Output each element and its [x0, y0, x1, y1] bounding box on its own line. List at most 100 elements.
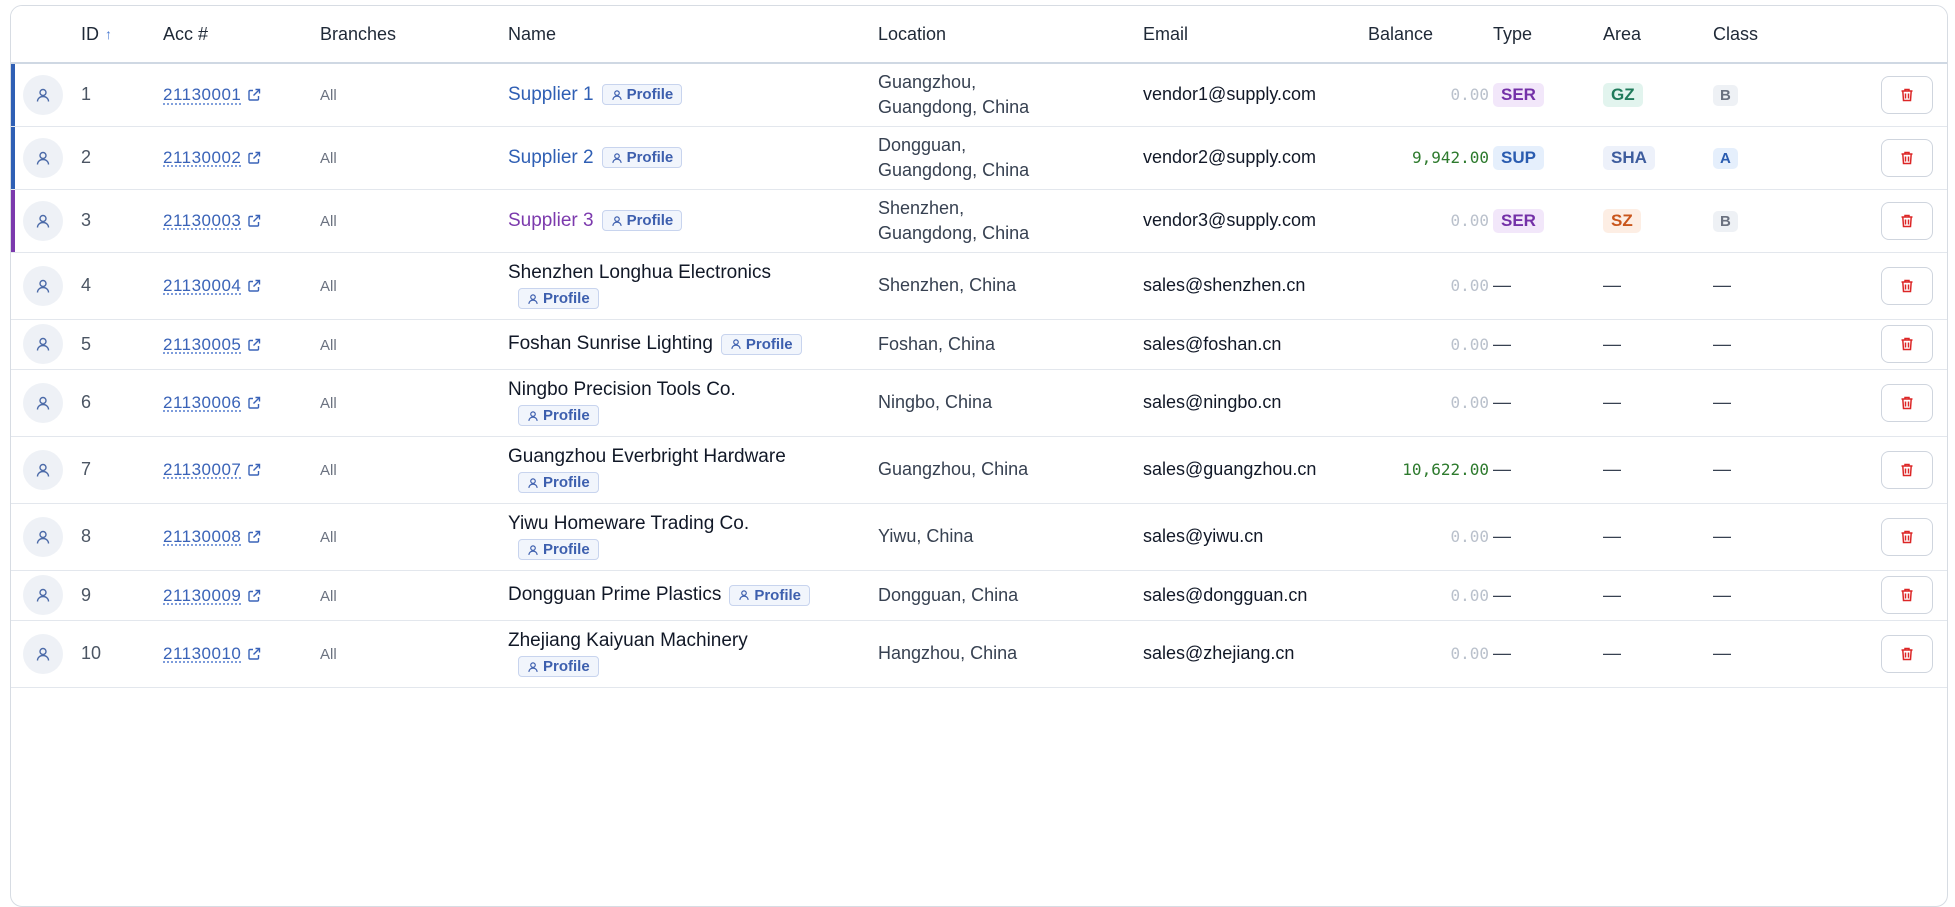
account-link[interactable]: 21130004	[163, 276, 261, 296]
location-value: Dongguan, Guangdong, China	[878, 133, 1058, 183]
supplier-name[interactable]: Shenzhen Longhua Electronics	[508, 262, 771, 284]
avatar[interactable]	[23, 450, 63, 490]
account-link[interactable]: 21130006	[163, 393, 261, 413]
profile-badge[interactable]: Profile	[518, 656, 599, 677]
header-email[interactable]: Email	[1143, 6, 1368, 63]
area-cell: —	[1603, 369, 1713, 436]
delete-button[interactable]	[1881, 576, 1933, 614]
branches-value: All	[320, 588, 337, 605]
profile-badge[interactable]: Profile	[602, 84, 683, 105]
supplier-name[interactable]: Guangzhou Everbright Hardware	[508, 446, 786, 468]
header-name[interactable]: Name	[508, 6, 878, 63]
header-area[interactable]: Area	[1603, 6, 1713, 63]
delete-button[interactable]	[1881, 202, 1933, 240]
class-value: —	[1713, 392, 1731, 412]
avatar[interactable]	[23, 75, 63, 115]
avatar-cell	[11, 63, 81, 126]
area-value: —	[1603, 585, 1621, 605]
profile-badge-label: Profile	[627, 149, 674, 166]
user-icon	[35, 87, 51, 103]
avatar[interactable]	[23, 383, 63, 423]
type-cell: SER	[1493, 189, 1603, 252]
supplier-name[interactable]: Ningbo Precision Tools Co.	[508, 379, 736, 401]
delete-button[interactable]	[1881, 76, 1933, 114]
header-class[interactable]: Class	[1713, 6, 1798, 63]
delete-button[interactable]	[1881, 325, 1933, 363]
table-row[interactable]: 6 21130006 All Ningbo Precision Tools Co…	[11, 369, 1947, 436]
branches-value: All	[320, 462, 337, 479]
type-value: —	[1493, 459, 1511, 479]
email-value: vendor1@supply.com	[1143, 84, 1316, 104]
account-link[interactable]: 21130003	[163, 211, 261, 231]
table-row[interactable]: 10 21130010 All Zhejiang Kaiyuan Machine…	[11, 620, 1947, 687]
account-link[interactable]: 21130009	[163, 586, 261, 606]
table-row[interactable]: 5 21130005 All Foshan Sunrise Lighting P…	[11, 319, 1947, 369]
profile-badge[interactable]: Profile	[602, 147, 683, 168]
supplier-name[interactable]: Supplier 2	[508, 147, 594, 169]
avatar[interactable]	[23, 138, 63, 178]
supplier-name[interactable]: Supplier 3	[508, 210, 594, 232]
class-cell: —	[1713, 319, 1798, 369]
account-link[interactable]: 21130010	[163, 644, 261, 664]
delete-button[interactable]	[1881, 451, 1933, 489]
profile-badge[interactable]: Profile	[518, 288, 599, 309]
balance-value: 9,942.00	[1412, 148, 1489, 167]
avatar[interactable]	[23, 575, 63, 615]
delete-button[interactable]	[1881, 267, 1933, 305]
avatar[interactable]	[23, 634, 63, 674]
type-value: —	[1493, 643, 1511, 663]
header-acc[interactable]: Acc #	[163, 6, 320, 63]
table-row[interactable]: 8 21130008 All Yiwu Homeware Trading Co.…	[11, 503, 1947, 570]
table-row[interactable]: 4 21130004 All Shenzhen Longhua Electron…	[11, 252, 1947, 319]
delete-button[interactable]	[1881, 635, 1933, 673]
profile-badge[interactable]: Profile	[518, 405, 599, 426]
account-link[interactable]: 21130008	[163, 527, 261, 547]
area-cell: —	[1603, 252, 1713, 319]
delete-button[interactable]	[1881, 518, 1933, 556]
account-link[interactable]: 21130007	[163, 460, 261, 480]
header-location[interactable]: Location	[878, 6, 1143, 63]
table-row[interactable]: 9 21130009 All Dongguan Prime Plastics P…	[11, 570, 1947, 620]
header-id[interactable]: ID ↑	[81, 6, 163, 63]
profile-badge[interactable]: Profile	[721, 334, 802, 355]
profile-badge[interactable]: Profile	[518, 472, 599, 493]
supplier-name[interactable]: Dongguan Prime Plastics	[508, 584, 721, 606]
avatar[interactable]	[23, 517, 63, 557]
profile-badge[interactable]: Profile	[602, 210, 683, 231]
supplier-name[interactable]: Foshan Sunrise Lighting	[508, 333, 713, 355]
type-cell: —	[1493, 252, 1603, 319]
header-email-label: Email	[1143, 24, 1188, 44]
avatar[interactable]	[23, 324, 63, 364]
table-row[interactable]: 3 21130003 All Supplier 3 Profile Shenzh…	[11, 189, 1947, 252]
supplier-name[interactable]: Yiwu Homeware Trading Co.	[508, 513, 749, 535]
user-icon	[35, 213, 51, 229]
account-link[interactable]: 21130001	[163, 85, 261, 105]
table-row[interactable]: 7 21130007 All Guangzhou Everbright Hard…	[11, 436, 1947, 503]
supplier-name[interactable]: Supplier 1	[508, 84, 594, 106]
delete-button[interactable]	[1881, 139, 1933, 177]
location-value: Guangzhou, Guangdong, China	[878, 70, 1058, 120]
user-icon	[35, 278, 51, 294]
class-value: —	[1713, 459, 1731, 479]
account-link[interactable]: 21130002	[163, 148, 261, 168]
user-icon	[527, 544, 539, 556]
avatar[interactable]	[23, 266, 63, 306]
account-link[interactable]: 21130005	[163, 335, 261, 355]
avatar[interactable]	[23, 201, 63, 241]
trash-icon	[1899, 150, 1915, 166]
email-value: vendor2@supply.com	[1143, 147, 1316, 167]
header-type[interactable]: Type	[1493, 6, 1603, 63]
supplier-name[interactable]: Zhejiang Kaiyuan Machinery	[508, 630, 748, 652]
external-link-icon	[247, 151, 261, 165]
email-cell: sales@zhejiang.cn	[1143, 620, 1368, 687]
user-icon	[35, 395, 51, 411]
header-balance[interactable]: Balance	[1368, 6, 1493, 63]
user-icon	[35, 150, 51, 166]
table-row[interactable]: 1 21130001 All Supplier 1 Profile Guangz…	[11, 63, 1947, 126]
table-row[interactable]: 2 21130002 All Supplier 2 Profile Donggu…	[11, 126, 1947, 189]
profile-badge[interactable]: Profile	[729, 585, 810, 606]
header-branches[interactable]: Branches	[320, 6, 508, 63]
profile-badge[interactable]: Profile	[518, 539, 599, 560]
header-class-label: Class	[1713, 24, 1758, 44]
delete-button[interactable]	[1881, 384, 1933, 422]
